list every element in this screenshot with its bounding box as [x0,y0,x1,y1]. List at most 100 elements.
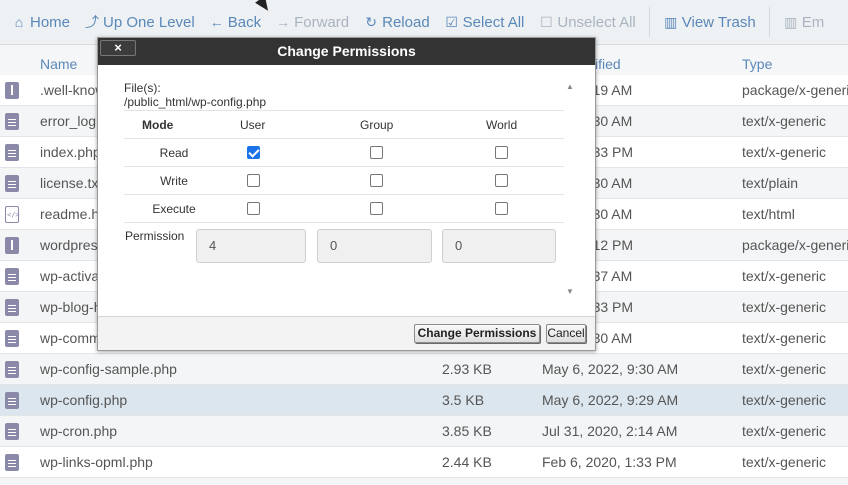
table-row[interactable]: wp-config.php 3.5 KB May 6, 2022, 9:29 AM t… [0,385,848,416]
view-trash-button[interactable]: ▥ View Trash [664,14,756,31]
column-header-modified[interactable]: ified [595,56,621,72]
up-one-level-button[interactable]: ⤴ Up One Level [85,12,195,32]
file-type: text/x-generic [742,454,827,470]
table-row[interactable]: wp-load.php3.81 KBMay 16, 2021, 10:08 AM… [0,478,848,485]
mode-header: Mode [142,118,174,132]
write-world-checkbox[interactable] [495,174,508,187]
world-permission-field[interactable]: 0 [442,229,556,263]
permission-row: Permission 4 0 0 [124,222,564,268]
archive-file-icon [5,82,19,99]
up-one-level-label: Up One Level [103,13,195,31]
file-name: wp-config-sample.php [40,361,177,377]
document-file-icon [5,392,19,409]
close-icon: × [114,40,122,55]
table-row[interactable]: wp-cron.php 3.85 KB Jul 31, 2020, 2:14 AM t… [0,416,848,447]
file-type: text/x-generic [742,144,827,160]
column-header-type[interactable]: Type [742,56,772,72]
read-world-checkbox[interactable] [495,146,508,159]
back-button[interactable]: ← Back [210,14,261,31]
table-row[interactable]: wp-links-opml.php 2.44 KB Feb 6, 2020, 1:3… [0,447,848,478]
execute-row: Execute [124,194,564,222]
file-type: text/x-generic [742,423,827,439]
reload-button[interactable]: ↻ Reload [364,13,430,31]
document-file-icon [5,361,19,378]
cancel-button[interactable]: Cancel [546,324,586,343]
file-type: package/x-generic [742,237,848,253]
empty-trash-button[interactable]: ▥ Em [784,13,824,31]
file-date: May 6, 2022, 9:29 AM [542,392,679,408]
document-file-icon [5,175,19,192]
file-name: .well-know [40,82,106,98]
file-name: wordpres [40,237,98,253]
read-row: Read [124,138,564,166]
execute-label: Execute [152,202,196,216]
document-file-icon [5,144,19,161]
select-all-button[interactable]: ☑ Select All [445,13,525,31]
file-name: wp-blog-h [40,299,102,315]
world-header: World [486,118,518,132]
forward-button[interactable]: → Forward [276,14,349,31]
read-label: Read [159,146,189,160]
read-user-checkbox[interactable] [247,146,260,159]
file-name: wp-config.php [40,392,128,408]
user-permission-field[interactable]: 4 [196,229,306,263]
document-file-icon [5,268,19,285]
write-group-checkbox[interactable] [370,174,383,187]
scroll-up-icon[interactable]: ▲ [566,82,574,91]
write-user-checkbox[interactable] [247,174,260,187]
permission-label: Permission [125,229,185,243]
forward-label: Forward [294,13,350,31]
document-file-icon [5,299,19,316]
files-label: File(s): [124,81,161,95]
reload-label: Reload [382,13,430,31]
execute-user-checkbox[interactable] [247,202,260,215]
read-group-checkbox[interactable] [370,146,383,159]
unselect-all-button[interactable]: ☐ Unselect All [539,13,636,31]
select-all-label: Select All [462,13,525,31]
back-arrow-icon: ← [209,14,224,30]
document-file-icon [5,330,19,347]
dialog-title: Change Permissions [277,43,416,59]
file-name: wp-comm [40,330,101,346]
dialog-body: File(s): /public_html/wp-config.php ▲ ▼ … [120,80,580,302]
change-permissions-button[interactable]: Change Permissions [414,324,540,343]
group-permission-field[interactable]: 0 [317,229,432,263]
file-type: text/x-generic [742,392,827,408]
back-label: Back [227,13,262,31]
trash-icon: ▥ [784,13,798,30]
forward-arrow-icon: → [276,14,291,30]
file-type: text/x-generic [742,299,827,315]
code-file-icon [5,206,20,223]
file-size: 2.93 KB [442,361,492,377]
scroll-down-icon[interactable]: ▼ [566,287,574,296]
file-name: readme.h [40,206,100,222]
file-name: wp-activa [40,268,100,284]
file-size: 3.85 KB [442,423,492,439]
execute-group-checkbox[interactable] [370,202,383,215]
document-file-icon [5,423,19,440]
permissions-header-row: Mode User Group World [124,110,564,138]
change-permissions-dialog: × Change Permissions File(s): /public_ht… [97,37,596,351]
file-type: text/x-generic [742,361,827,377]
dialog-footer: Change Permissions Cancel [98,316,595,350]
trash-icon: ▥ [664,13,678,30]
unselect-all-label: Unselect All [557,13,636,31]
file-date: May 6, 2022, 9:30 AM [542,361,679,377]
up-arrow-icon: ⤴ [85,14,100,30]
file-name: wp-cron.php [40,423,118,439]
document-file-icon [5,113,19,130]
home-label: Home [30,13,71,31]
file-name: wp-links-opml.php [40,454,153,470]
group-header: Group [360,118,394,132]
file-date: Jul 31, 2020, 2:14 AM [542,423,678,439]
view-trash-label: View Trash [681,13,756,31]
execute-world-checkbox[interactable] [495,202,508,215]
file-type: text/x-generic [742,330,827,346]
home-button[interactable]: ⌂ Home [12,14,70,31]
column-header-name[interactable]: Name [40,56,77,72]
file-size: 3.5 KB [442,392,485,408]
write-row: Write [124,166,564,194]
file-type: package/x-generic [742,82,848,98]
table-row[interactable]: wp-config-sample.php 2.93 KB May 6, 2022, … [0,354,848,385]
close-button[interactable]: × [100,40,136,56]
